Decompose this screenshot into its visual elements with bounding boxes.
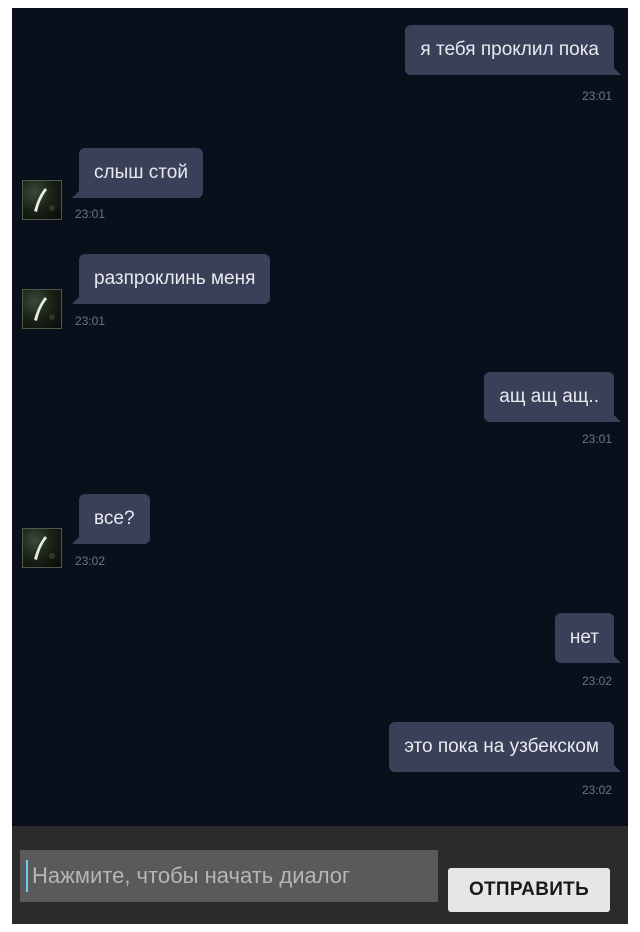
message-input[interactable] <box>20 850 438 902</box>
message-time: 23:01 <box>75 314 106 328</box>
message-bubble-outgoing[interactable]: это пока на узбекском <box>389 722 621 772</box>
message-time: 23:01 <box>581 432 612 446</box>
contact-avatar[interactable] <box>22 289 62 329</box>
message-bubble-incoming[interactable]: все? <box>72 494 150 544</box>
chat-window: я тебя проклил пока 23:01 слыш стой 23:0… <box>12 8 628 924</box>
message-bubble-incoming[interactable]: разпроклинь меня <box>71 254 271 304</box>
send-button[interactable]: ОТПРАВИТЬ <box>448 868 610 912</box>
message-bubble-outgoing[interactable]: я тебя проклил пока <box>405 25 621 75</box>
contact-avatar[interactable] <box>22 180 62 220</box>
message-bubble-incoming[interactable]: слыш стой <box>72 148 203 198</box>
message-time: 23:02 <box>581 783 612 797</box>
avatar-image-icon <box>34 188 55 212</box>
avatar-image-icon <box>34 536 55 560</box>
message-time: 23:01 <box>581 89 612 103</box>
message-time: 23:02 <box>75 554 106 568</box>
message-bubble-outgoing[interactable]: нет <box>554 613 622 663</box>
message-bubble-outgoing[interactable]: ащ ащ ащ.. <box>484 372 621 422</box>
avatar-image-icon <box>34 297 55 321</box>
message-time: 23:02 <box>581 674 612 688</box>
text-cursor <box>26 860 28 892</box>
message-composer: ОТПРАВИТЬ <box>12 826 628 924</box>
message-time: 23:01 <box>75 207 106 221</box>
contact-avatar[interactable] <box>22 528 62 568</box>
